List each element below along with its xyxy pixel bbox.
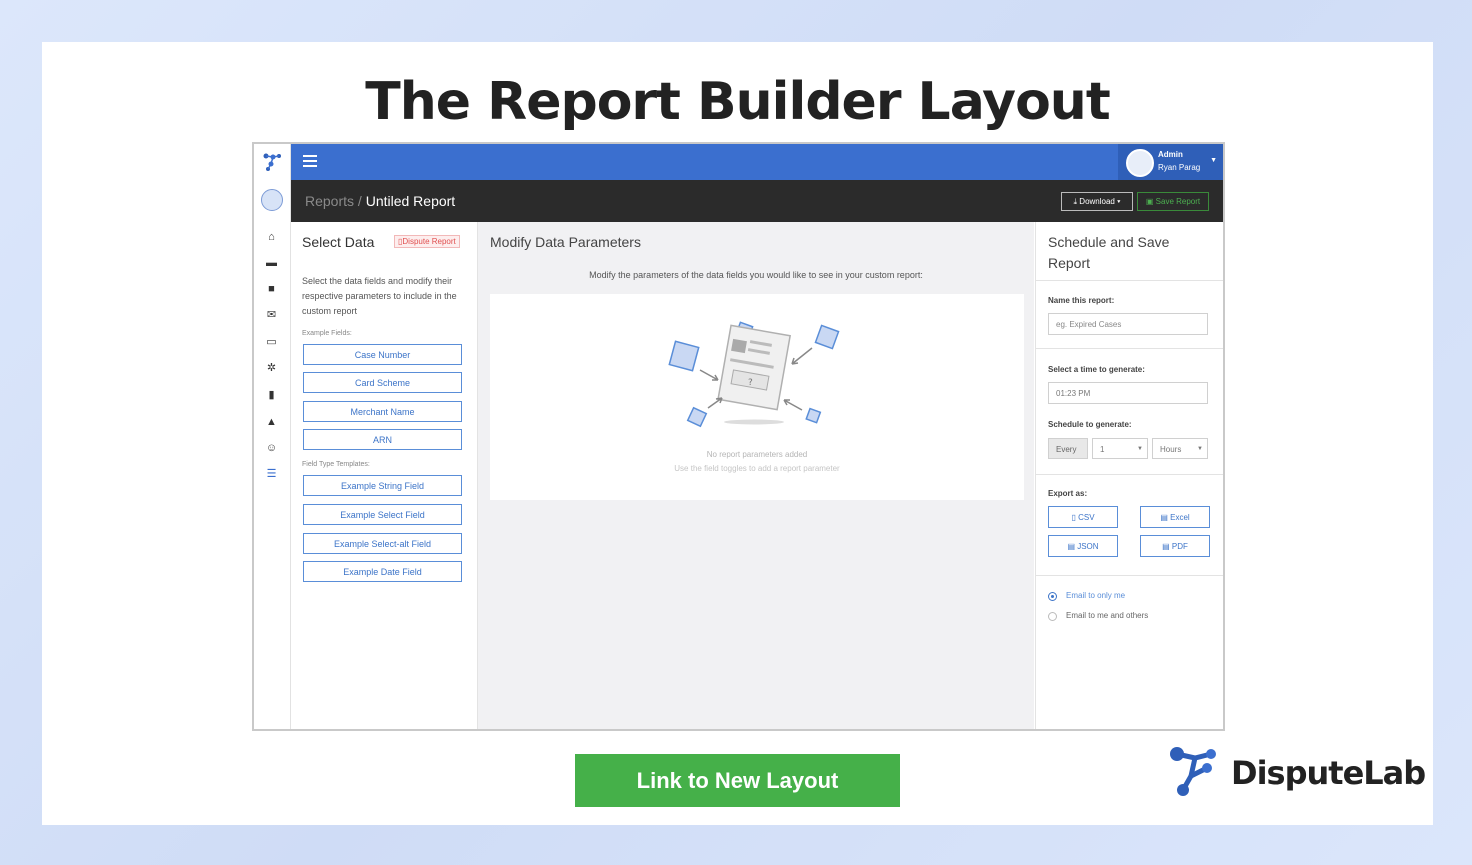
breadcrumb-current: Untiled Report (365, 193, 456, 209)
download-label: Download (1079, 197, 1115, 206)
dispute-report-tag: ▯Dispute Report (394, 235, 460, 248)
templates-label: Field Type Templates: (302, 461, 370, 468)
empty-state-illustration: ? (668, 321, 840, 428)
select-data-description: Select the data fields and modify their … (302, 276, 457, 316)
file-icon: ▤ (1067, 542, 1078, 551)
report-name-label: Name this report: (1048, 296, 1115, 305)
interval-value: 1 (1100, 445, 1105, 454)
gear-icon[interactable]: ✲ (265, 363, 278, 374)
email-others-radio[interactable] (1048, 612, 1057, 621)
select-data-panel: Select Data ▯Dispute Report Select the d… (291, 222, 478, 729)
svg-text:?: ? (748, 378, 753, 388)
email-others-label: Email to me and others (1066, 611, 1149, 620)
export-excel-button[interactable]: ▤ Excel (1140, 506, 1210, 528)
email-only-me-label: Email to only me (1066, 591, 1126, 600)
field-button-card-scheme[interactable]: Card Scheme (303, 372, 462, 393)
empty-state-title: No report parameters added (706, 450, 808, 459)
slide-headline: The Report Builder Layout (365, 72, 1110, 132)
modify-subtitle: Modify the parameters of the data fields… (589, 270, 923, 280)
report-builder-icon[interactable]: ☰ (265, 469, 278, 480)
envelope-icon[interactable]: ✉ (265, 310, 278, 321)
chevron-down-icon: ▾ (1114, 197, 1121, 206)
every-addon: Every (1048, 438, 1088, 459)
divider (1036, 474, 1223, 475)
document-icon[interactable]: ▮ (265, 390, 278, 401)
export-pdf-button[interactable]: ▤ PDF (1140, 535, 1210, 557)
export-label: Export as: (1048, 489, 1088, 498)
download-button[interactable]: ⤓ Download ▾ (1061, 192, 1133, 211)
export-json-button[interactable]: ▤ JSON (1048, 535, 1118, 557)
field-button-case-number[interactable]: Case Number (303, 344, 462, 365)
home-icon[interactable]: ⌂ (265, 232, 278, 243)
example-fields-label: Example Fields: (302, 330, 352, 337)
user-menu[interactable]: Admin Ryan Parag ▼ (1118, 144, 1223, 180)
breadcrumb-separator: / (357, 193, 362, 209)
email-only-me-radio[interactable] (1048, 592, 1057, 601)
select-data-title: Select Data (302, 234, 375, 250)
chevron-down-icon: ▼ (1137, 446, 1143, 452)
save-label: Save Report (1155, 197, 1201, 206)
profile-icon[interactable] (261, 189, 283, 211)
save-report-button[interactable]: ▣ Save Report (1137, 192, 1209, 211)
unit-select[interactable]: Hours ▼ (1152, 438, 1208, 459)
avatar (1126, 149, 1154, 177)
template-button-select-alt[interactable]: Example Select-alt Field (303, 533, 462, 554)
modify-parameters-panel: Modify Data Parameters Modify the parame… (478, 222, 1034, 729)
file-icon: ▤ (1162, 542, 1172, 551)
empty-state-hint: Use the field toggles to add a report pa… (674, 464, 840, 473)
unit-value: Hours (1160, 445, 1182, 454)
brand-name: DisputeLab (1231, 754, 1426, 792)
slide-card: The Report Builder Layout ⌂ ▬ ■ ✉ ▭ ✲ ▮ … (42, 42, 1433, 825)
warning-icon[interactable]: ▲ (265, 417, 278, 428)
template-button-string[interactable]: Example String Field (303, 475, 462, 496)
breadcrumb-bar: Reports / Untiled Report ⤓ Download ▾ ▣ … (291, 180, 1223, 222)
field-button-arn[interactable]: ARN (303, 429, 462, 450)
breadcrumb: Reports / Untiled Report (305, 193, 455, 209)
divider (1036, 575, 1223, 576)
breadcrumb-parent[interactable]: Reports (305, 193, 354, 209)
user-name: Ryan Parag (1158, 163, 1201, 172)
file-icon: ▤ (1160, 513, 1171, 522)
link-new-layout-button[interactable]: Link to New Layout (575, 754, 900, 807)
time-label: Select a time to generate: (1048, 365, 1145, 374)
disputelab-logo-icon (1170, 747, 1216, 796)
interval-select[interactable]: 1 ▼ (1092, 438, 1148, 459)
divider (1036, 280, 1223, 281)
save-icon: ▣ (1145, 197, 1156, 206)
user-role: Admin (1158, 150, 1183, 159)
briefcase-icon[interactable]: ▬ (265, 258, 278, 269)
top-bar: Admin Ryan Parag ▼ (291, 144, 1223, 180)
modify-title: Modify Data Parameters (490, 234, 641, 250)
template-button-date[interactable]: Example Date Field (303, 561, 462, 582)
report-name-input[interactable]: eg. Expired Cases (1048, 313, 1208, 335)
chevron-down-icon: ▼ (1197, 446, 1203, 452)
icon-rail: ⌂ ▬ ■ ✉ ▭ ✲ ▮ ▲ ☺ ☰ (254, 144, 291, 729)
field-button-merchant-name[interactable]: Merchant Name (303, 401, 462, 422)
menu-icon[interactable] (303, 155, 317, 167)
edit-icon[interactable]: ■ (265, 284, 278, 295)
app-screenshot: ⌂ ▬ ■ ✉ ▭ ✲ ▮ ▲ ☺ ☰ Admin Ryan Parag ▼ R… (252, 142, 1225, 731)
app-logo-icon[interactable] (262, 152, 282, 172)
brand-logo: DisputeLab (1167, 742, 1426, 802)
parameters-canvas: ? No report parameters added Use the fie… (490, 294, 1024, 500)
schedule-save-panel: Schedule and Save Report Name this repor… (1035, 222, 1223, 729)
chevron-down-icon: ▼ (1210, 157, 1217, 164)
schedule-label: Schedule to generate: (1048, 420, 1132, 429)
export-csv-button[interactable]: ▯ CSV (1048, 506, 1118, 528)
template-button-select[interactable]: Example Select Field (303, 504, 462, 525)
credit-card-icon[interactable]: ▭ (265, 337, 278, 348)
users-icon[interactable]: ☺ (265, 443, 278, 454)
time-input[interactable]: 01:23 PM (1048, 382, 1208, 404)
schedule-title: Schedule and Save Report (1048, 234, 1170, 271)
divider (1036, 348, 1223, 349)
